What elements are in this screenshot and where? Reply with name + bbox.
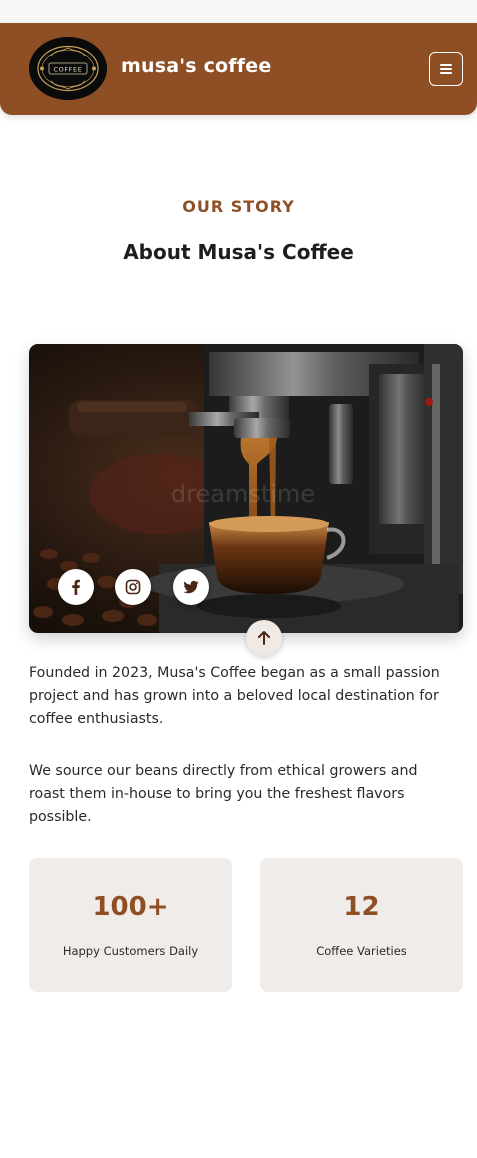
top-strip [0, 0, 477, 23]
instagram-button[interactable] [115, 569, 151, 605]
stat-value: 100+ [92, 892, 169, 922]
logo-text: COFFEE [54, 66, 83, 74]
stat-label: Happy Customers Daily [62, 944, 199, 958]
twitter-button[interactable] [173, 569, 209, 605]
hamburger-menu-icon [440, 64, 452, 74]
menu-button[interactable] [429, 52, 463, 86]
stat-card-customers: 100+ Happy Customers Daily [29, 858, 232, 992]
twitter-icon [183, 580, 199, 594]
instagram-icon [125, 579, 141, 595]
coffee-logo-icon[interactable]: COFFEE [29, 37, 107, 100]
story-paragraph-1: Founded in 2023, Musa's Coffee began as … [29, 665, 440, 727]
image-watermark: dreamstime [171, 480, 315, 508]
site-header: COFFEE musa's coffee [0, 23, 477, 115]
section-eyebrow: OUR STORY [182, 197, 295, 216]
facebook-icon [72, 579, 80, 595]
brand-name[interactable]: musa's coffee [121, 55, 271, 77]
stat-card-varieties: 12 Coffee Varieties [260, 858, 463, 992]
facebook-button[interactable] [58, 569, 94, 605]
scroll-to-top-button[interactable] [246, 620, 282, 656]
story-paragraph-2: We source our beans directly from ethica… [29, 763, 418, 825]
stat-value: 12 [343, 892, 380, 922]
stat-label: Coffee Varieties [316, 944, 407, 958]
arrow-up-icon [258, 631, 270, 645]
espresso-machine-photo: dreamstime [29, 344, 463, 633]
section-title: About Musa's Coffee [123, 240, 354, 264]
